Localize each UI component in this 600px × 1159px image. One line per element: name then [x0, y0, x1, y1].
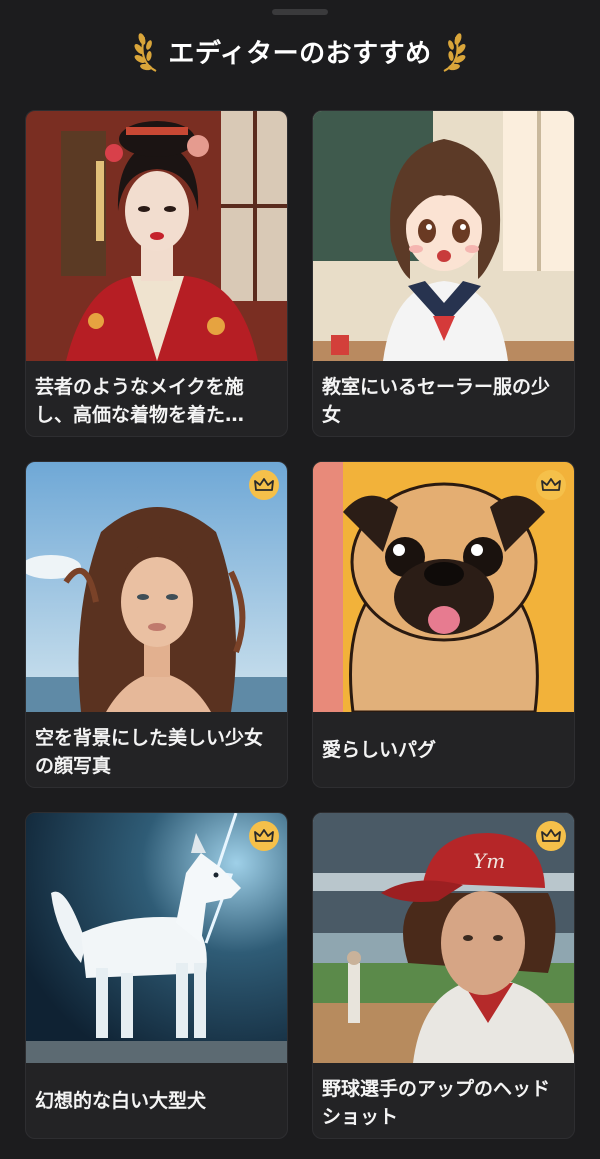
- card-caption: 芸者のようなメイクを施し、高価な着物を着た…: [35, 376, 245, 426]
- premium-crown-icon: [249, 821, 279, 851]
- card-pug[interactable]: 愛らしいパグ: [312, 461, 575, 788]
- card-caption: 野球選手のアップのヘッドショット: [322, 1078, 551, 1128]
- card-thumbnail: [26, 111, 287, 361]
- card-white-dog[interactable]: 幻想的な白い大型犬: [25, 812, 288, 1139]
- card-geisha[interactable]: 芸者のようなメイクを施し、高価な着物を着た…: [25, 110, 288, 437]
- card-sky-portrait[interactable]: 空を背景にした美しい少女の顔写真: [25, 461, 288, 788]
- card-caption: 教室にいるセーラー服の少女: [322, 376, 551, 426]
- laurel-left-icon: [134, 33, 157, 72]
- card-baseball-player[interactable]: Ym 野球選手のアップのヘッドショット: [312, 812, 575, 1139]
- card-thumbnail: [313, 462, 574, 712]
- premium-crown-icon: [536, 470, 566, 500]
- card-sailor-girl[interactable]: 教室にいるセーラー服の少女: [312, 110, 575, 437]
- sheet-drag-handle[interactable]: [272, 9, 328, 15]
- premium-crown-icon: [249, 470, 279, 500]
- card-thumbnail: [313, 111, 574, 361]
- section-title: エディターのおすすめ: [168, 38, 432, 69]
- premium-crown-icon: [536, 821, 566, 851]
- card-caption: 空を背景にした美しい少女の顔写真: [35, 727, 264, 777]
- card-thumbnail: Ym: [313, 813, 574, 1063]
- card-thumbnail: [26, 813, 287, 1063]
- card-caption: 幻想的な白い大型犬: [35, 1090, 207, 1112]
- svg-text:Ym: Ym: [473, 849, 505, 873]
- card-caption: 愛らしいパグ: [322, 739, 437, 761]
- card-thumbnail: [26, 462, 287, 712]
- laurel-right-icon: [443, 33, 466, 72]
- section-header: エディターのおすすめ: [0, 28, 600, 74]
